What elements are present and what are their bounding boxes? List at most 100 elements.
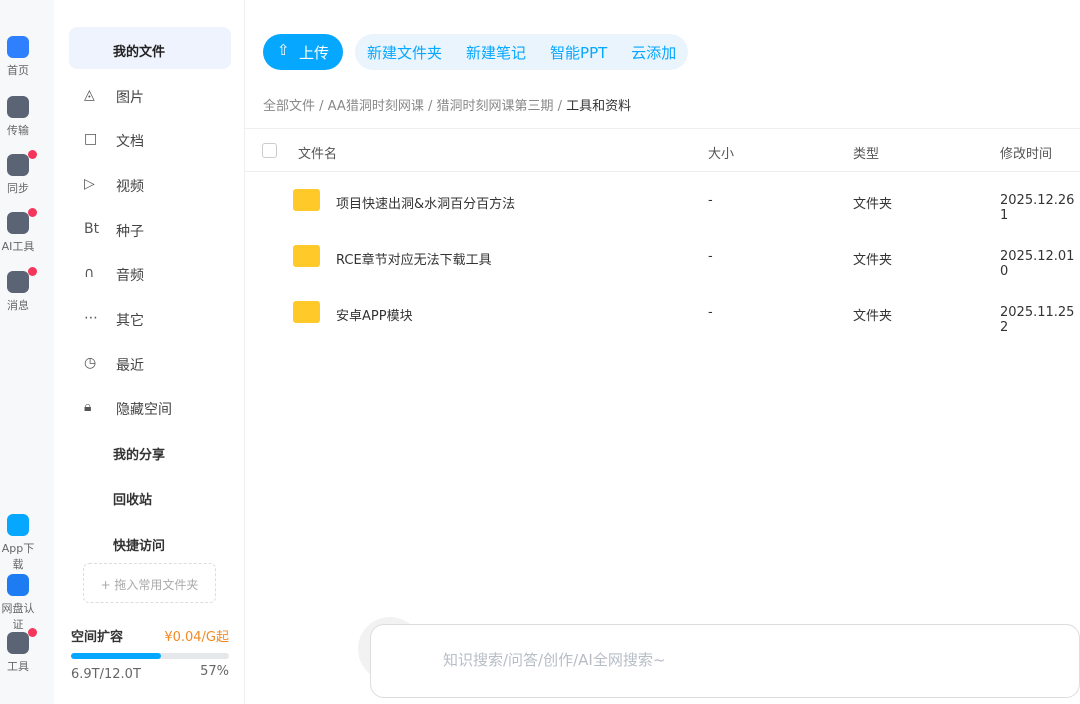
new-folder-button[interactable]: 新建文件夹 [367,42,442,62]
header-type[interactable]: 类型 [853,143,879,162]
notification-dot [28,628,37,637]
rail-messages[interactable]: 消息 [0,267,37,313]
storage-fill [71,653,162,659]
left-rail: 首页 传输 同步 AI工具 消息 App下载 网盘认证 工具 [0,0,54,704]
grid-icon [7,632,29,654]
my-share[interactable]: 我的分享 [113,444,165,463]
crumb-course[interactable]: AA猎洞时刻网课 [328,99,424,114]
sidebar-item-label: 视频 [116,179,144,195]
select-all-checkbox[interactable] [262,143,277,158]
sidebar-item-label: 种子 [116,224,144,240]
row-size: - [708,193,713,208]
rail-home-label: 首页 [7,64,29,77]
row-mtime: 2025.12.01 0 [1000,249,1075,279]
rail-sync[interactable]: 同步 [0,150,37,196]
notification-dot [28,208,37,217]
sidebar-item-label: 音频 [116,268,144,284]
crumb-term[interactable]: 猎洞时刻网课第三期 [436,99,553,114]
row-name[interactable]: 安卓APP模块 [336,305,413,324]
rail-ai-tools[interactable]: AI工具 [0,208,37,254]
upload-button[interactable]: ⇧ 上传 [263,34,343,70]
user-icon [7,271,29,293]
row-size: - [708,305,713,320]
main-panel: ⇧ 上传 新建文件夹 新建笔记 智能PPT 云添加 全部文件 / AA猎洞时刻网… [244,0,1080,704]
transfer-icon [7,96,29,118]
row-name[interactable]: RCE章节对应无法下载工具 [336,249,492,268]
space-title: 空间扩容 [71,630,124,645]
rail-verify[interactable]: 网盘认证 [0,574,36,632]
breadcrumb: 全部文件 / AA猎洞时刻网课 / 猎洞时刻网课第三期 / 工具和资料 [263,99,632,114]
video-icon: ▷ [84,176,95,192]
row-type: 文件夹 [853,253,893,268]
rail-tools[interactable]: 工具 [0,628,37,674]
row-size: - [708,249,713,264]
rail-transfer[interactable]: 传输 [0,96,36,138]
toolbar: 新建文件夹 新建笔记 智能PPT 云添加 [355,34,689,70]
rail-app-download-label: App下载 [1,542,35,571]
sidebar-item-images[interactable]: ◬ 图片 [84,87,144,107]
cloud-add-button[interactable]: 云添加 [631,42,676,62]
sidebar-item-hidden[interactable]: 🔒︎ 隐藏空间 [84,399,172,419]
more-icon: ⋯ [84,310,98,326]
lock-icon: 🔒︎ [84,399,92,415]
folder-icon [293,189,320,211]
table-row[interactable]: 项目快速出洞&水洞百分百方法 - 文件夹 2025.12.26 1 [245,173,1080,229]
storage-bar [71,653,229,659]
sidebar-item-video[interactable]: ▷ 视频 [84,176,144,196]
my-files-label: 我的文件 [113,45,166,60]
rail-sync-label: 同步 [7,182,29,195]
header-mtime[interactable]: 修改时间 [1000,143,1052,162]
rail-messages-label: 消息 [7,299,29,312]
home-icon [7,36,29,58]
sidebar: 我的文件 ◬ 图片 □ 文档 ▷ 视频 Bt 种子 ∩ 音频 ⋯ 其它 ◷ 最近… [56,0,244,704]
phone-icon [7,514,29,536]
recycle-bin[interactable]: 回收站 [113,489,152,508]
audio-icon: ∩ [84,265,95,281]
verify-icon [7,574,29,596]
notification-dot [28,150,37,159]
rail-home[interactable]: 首页 [0,36,36,78]
rail-transfer-label: 传输 [7,124,29,137]
sidebar-item-recent[interactable]: ◷ 最近 [84,355,144,375]
upload-icon: ⇧ [277,41,290,59]
table-row[interactable]: 安卓APP模块 - 文件夹 2025.11.25 2 [245,285,1080,341]
sidebar-item-label: 隐藏空间 [116,402,172,418]
recent-icon: ◷ [84,355,97,371]
row-type: 文件夹 [853,309,893,324]
quick-access[interactable]: 快捷访问 [113,535,165,554]
notification-dot [28,267,37,276]
sidebar-item-torrent[interactable]: Bt 种子 [84,221,144,241]
my-files[interactable]: 我的文件 [69,27,231,69]
sidebar-item-label: 图片 [116,90,144,106]
folder-icon [293,301,320,323]
header-name[interactable]: 文件名 [298,143,337,162]
row-mtime: 2025.11.25 2 [1000,305,1075,335]
sidebar-item-label: 最近 [116,358,144,374]
sidebar-item-docs[interactable]: □ 文档 [84,131,144,151]
new-note-button[interactable]: 新建笔记 [466,42,526,62]
sidebar-item-other[interactable]: ⋯ 其它 [84,310,144,330]
torrent-icon: Bt [84,221,100,237]
rail-verify-label: 网盘认证 [1,602,35,631]
header-size[interactable]: 大小 [708,143,734,162]
ai-ppt-button[interactable]: 智能PPT [550,42,607,62]
sidebar-item-audio[interactable]: ∩ 音频 [84,265,144,285]
sidebar-item-label: 文档 [116,134,144,150]
space-expansion[interactable]: 空间扩容 ¥0.04/G起 6.9T/12.0T 57% [71,626,229,682]
row-mtime: 2025.12.26 1 [1000,193,1075,223]
table-row[interactable]: RCE章节对应无法下载工具 - 文件夹 2025.12.01 0 [245,229,1080,285]
rail-ai-label: AI工具 [1,240,35,253]
image-icon: ◬ [84,87,95,103]
search-input[interactable]: 知识搜索/问答/创作/AI全网搜索~ [443,649,665,670]
crumb-current: 工具和资料 [566,99,632,114]
table-header: 文件名 大小 类型 修改时间 [245,128,1080,172]
space-price: ¥0.04/G起 [164,630,229,645]
drop-folder-zone[interactable]: + 拖入常用文件夹 [83,563,216,603]
sidebar-item-label: 其它 [116,313,144,329]
search-bar[interactable]: 知识搜索/问答/创作/AI全网搜索~ [370,624,1080,698]
crumb-all-files[interactable]: 全部文件 [263,99,315,114]
rail-app-download[interactable]: App下载 [0,514,36,572]
upload-label: 上传 [299,44,330,62]
row-name[interactable]: 项目快速出洞&水洞百分百方法 [336,193,515,212]
folder-icon [293,245,320,267]
